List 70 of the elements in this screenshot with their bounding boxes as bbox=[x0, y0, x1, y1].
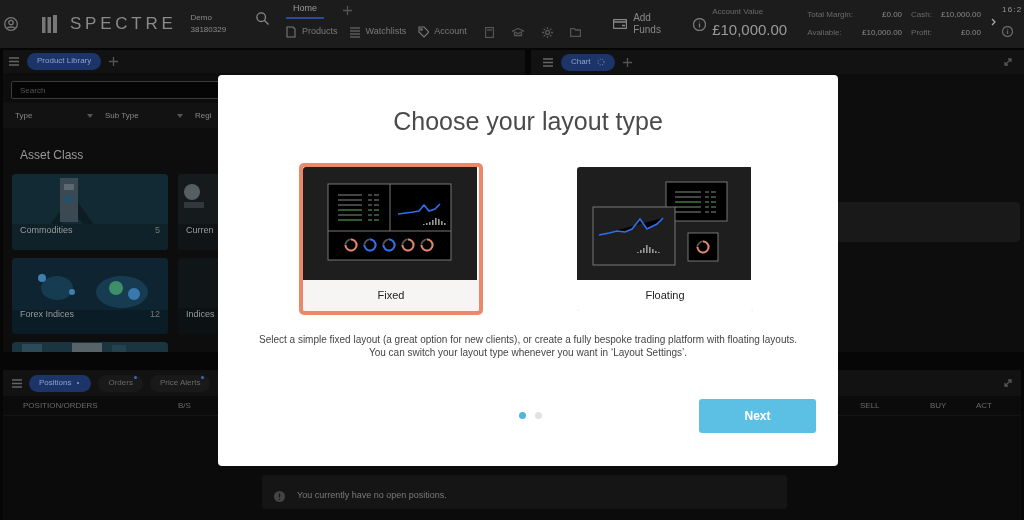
account-value-label: Account Value bbox=[712, 6, 765, 19]
panel-tab[interactable]: Orders bbox=[98, 374, 143, 392]
search-icon[interactable] bbox=[256, 11, 270, 25]
nav-link[interactable]: Account bbox=[418, 25, 467, 39]
summary-value: £0.00 bbox=[959, 27, 981, 39]
column-header: BUY bbox=[930, 399, 948, 412]
panel-tab[interactable]: Product Library bbox=[27, 52, 102, 70]
summary-label: Profit: bbox=[911, 27, 932, 39]
layout-option-card[interactable]: Fixed bbox=[299, 162, 483, 315]
panel-tab[interactable]: Price Alerts bbox=[149, 374, 211, 392]
logo-bars-icon bbox=[42, 15, 58, 33]
menu-icon[interactable] bbox=[12, 378, 22, 388]
asset-class-tile[interactable]: Forex Indices 12 bbox=[12, 258, 168, 334]
summary-label: Available: bbox=[807, 27, 843, 39]
chevron-right-icon[interactable] bbox=[991, 17, 996, 26]
user-avatar-icon[interactable] bbox=[4, 17, 18, 31]
nav-link[interactable]: Products bbox=[286, 25, 338, 39]
column-header[interactable]: POSITION/ORDERS bbox=[3, 399, 178, 412]
dialog-description: Select a simple fixed layout (a great option for new clients), or create a fully bespoke trading platform with floating layouts. You can switch your layout type whenever you want in ‘Layout Settings’. bbox=[258, 332, 798, 359]
menu-icon[interactable] bbox=[9, 56, 19, 66]
expand-icon[interactable] bbox=[1004, 379, 1012, 387]
card-icon bbox=[613, 19, 628, 29]
account-type: Demo bbox=[190, 12, 213, 24]
menu-icon[interactable] bbox=[543, 57, 553, 67]
nav-tab[interactable]: Home bbox=[286, 1, 325, 19]
add-funds-button[interactable]: Add Funds bbox=[613, 12, 666, 36]
tile-label: Indices bbox=[186, 308, 215, 322]
tile-count: 12 bbox=[150, 308, 160, 322]
info-icon[interactable] bbox=[1002, 26, 1013, 37]
column-header: SELL bbox=[860, 399, 881, 412]
clock-time: 16:2 bbox=[1002, 4, 1023, 16]
summary-value: £10,000.00 bbox=[940, 9, 981, 21]
tile-label: Commodities bbox=[20, 224, 73, 238]
brand-name: SPECTRE bbox=[70, 13, 177, 36]
add-icon[interactable] bbox=[343, 5, 353, 15]
summary-value: £10,000.00 bbox=[862, 27, 903, 39]
column-header: ACT bbox=[976, 399, 992, 412]
empty-message: You currently have no open positions. bbox=[297, 489, 447, 503]
dropdown-caret-icon[interactable] bbox=[87, 113, 93, 118]
section-heading: Asset Class bbox=[20, 147, 85, 164]
filter-label[interactable]: Type bbox=[15, 109, 33, 122]
graduation-cap-icon[interactable] bbox=[511, 27, 524, 37]
option-label: Fixed bbox=[376, 287, 406, 303]
panel-tab[interactable]: Chart bbox=[561, 53, 615, 71]
account-number: 38180329 bbox=[190, 24, 227, 36]
settings-icon[interactable] bbox=[541, 26, 553, 38]
tile-count: 5 bbox=[155, 224, 160, 238]
info-icon[interactable] bbox=[693, 17, 707, 31]
column-header: B/S bbox=[178, 399, 192, 412]
dialog-title: Choose your layout type bbox=[393, 106, 663, 137]
tile-label: Forex Indices bbox=[20, 308, 75, 322]
summary-label: Cash: bbox=[911, 9, 932, 21]
account-value: £10,000.00 bbox=[712, 20, 788, 41]
add-icon[interactable] bbox=[622, 57, 632, 67]
filter-label[interactable]: Sub Type bbox=[105, 109, 139, 122]
expand-icon[interactable] bbox=[1004, 58, 1012, 66]
filter-label[interactable]: Regi bbox=[195, 109, 212, 122]
add-icon[interactable] bbox=[109, 56, 119, 66]
asset-class-tile[interactable]: Commodities 5 bbox=[12, 174, 168, 250]
loading-spinner-icon bbox=[596, 58, 605, 66]
dropdown-caret-icon[interactable] bbox=[177, 113, 183, 118]
folder-icon[interactable] bbox=[569, 27, 581, 37]
option-label: Floating bbox=[644, 287, 686, 303]
info-icon bbox=[274, 490, 285, 502]
document-icon[interactable] bbox=[484, 26, 494, 38]
panel-tab[interactable]: Positions bbox=[29, 374, 92, 392]
summary-label: Total Margin: bbox=[807, 9, 853, 21]
tile-label: Curren bbox=[186, 224, 214, 238]
summary-value: £0.00 bbox=[881, 9, 903, 21]
nav-link[interactable]: Watchlists bbox=[349, 25, 407, 39]
